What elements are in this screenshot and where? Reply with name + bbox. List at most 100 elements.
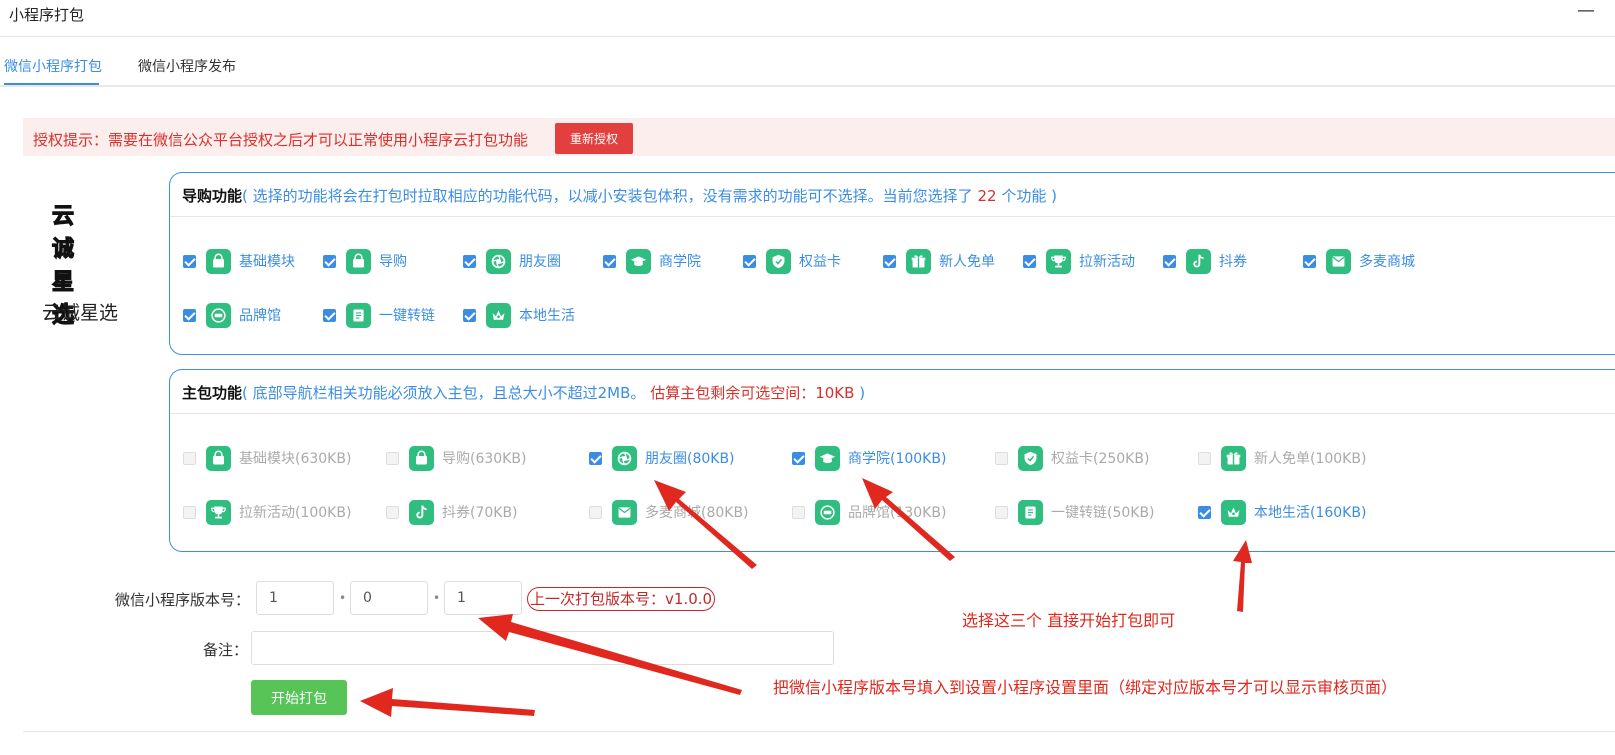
feature-option[interactable]: 拉新活动 (1023, 248, 1135, 274)
guide-panel-note-end: 个功能 ) (1001, 187, 1057, 205)
feature-option[interactable]: 一键转链 (323, 302, 435, 328)
guide-panel-note: ( 选择的功能将会在打包时拉取相应的功能代码，以减小安装包体积，没有需求的功能可… (242, 187, 973, 205)
brand-name: 云诚星选 (42, 302, 119, 324)
feature-option[interactable]: 基础模块(630KB) (183, 445, 351, 471)
feature-option[interactable]: 导购(630KB) (386, 445, 526, 471)
auth-alert-message: 授权提示：需要在微信公众平台授权之后才可以正常使用小程序云打包功能 (33, 131, 529, 149)
feature-option[interactable]: 本地生活 (463, 302, 575, 328)
auth-alert: 授权提示：需要在微信公众平台授权之后才可以正常使用小程序云打包功能 重新授权 (23, 118, 1615, 156)
feature-label: 新人免单 (939, 254, 995, 270)
feature-label: 拉新活动 (1079, 254, 1135, 270)
feature-option[interactable]: 拉新活动(100KB) (183, 499, 351, 525)
feature-checkbox[interactable] (386, 451, 399, 465)
aperture-icon (612, 445, 637, 471)
crown-icon (486, 302, 511, 328)
tab-wechat-publish[interactable]: 微信小程序发布 (138, 56, 236, 76)
feature-checkbox[interactable] (463, 254, 476, 268)
feature-option[interactable]: 一键转链(50KB) (995, 499, 1155, 525)
feature-checkbox[interactable] (323, 254, 336, 268)
feature-option[interactable]: 本地生活(160KB) (1198, 499, 1366, 525)
feature-label: 商学院(100KB) (848, 451, 947, 467)
feature-option[interactable]: 新人免单(100KB) (1198, 445, 1366, 471)
document-icon (346, 302, 371, 328)
reauthorize-button[interactable]: 重新授权 (555, 123, 633, 154)
feature-checkbox[interactable] (603, 254, 616, 268)
feature-checkbox[interactable] (792, 505, 805, 519)
feature-option[interactable]: 基础模块 (183, 248, 295, 274)
feature-option[interactable]: 朋友圈(80KB) (589, 445, 735, 471)
annotation-select-three: 选择这三个 直接开始打包即可 (962, 611, 1176, 630)
feature-option[interactable]: 品牌馆(130KB) (792, 499, 946, 525)
feature-option[interactable]: 多麦商城 (1303, 248, 1415, 274)
feature-label: 一键转链(50KB) (1051, 505, 1155, 521)
main-package-panel: 主包功能( 底部导航栏相关功能必须放入主包，且总大小不超过2MB。 估算主包剩余… (169, 369, 1615, 552)
active-tab-indicator (4, 83, 99, 85)
feature-label: 朋友圈 (519, 254, 561, 270)
feature-checkbox[interactable] (883, 254, 896, 268)
shield-icon (1018, 445, 1043, 471)
feature-checkbox[interactable] (323, 308, 336, 322)
feature-option[interactable]: 商学院(100KB) (792, 445, 946, 471)
feature-option[interactable]: 多麦商城(80KB) (589, 499, 749, 525)
version-minor-input[interactable] (350, 581, 428, 615)
feature-option[interactable]: 品牌馆 (183, 302, 281, 328)
feature-option[interactable]: 权益卡 (743, 248, 841, 274)
feature-checkbox[interactable] (463, 308, 476, 322)
guide-panel-divider (170, 216, 1615, 217)
window-title: 小程序打包 (9, 6, 85, 24)
feature-checkbox[interactable] (743, 254, 756, 268)
crown-icon (1221, 499, 1246, 525)
graduation-cap-icon (626, 248, 651, 274)
minimize-icon[interactable]: — (1577, 0, 1595, 21)
feature-checkbox[interactable] (183, 505, 196, 519)
aperture-icon (486, 248, 511, 274)
brand-badge-icon (815, 499, 840, 525)
tab-wechat-package[interactable]: 微信小程序打包 (4, 56, 102, 76)
feature-checkbox[interactable] (1198, 505, 1211, 519)
window-titlebar: 小程序打包 — (0, 0, 1615, 37)
gift-icon (1221, 445, 1246, 471)
feature-checkbox[interactable] (589, 505, 602, 519)
bag-icon (206, 248, 231, 274)
feature-checkbox[interactable] (183, 254, 196, 268)
feature-checkbox[interactable] (1303, 254, 1316, 268)
feature-option[interactable]: 导购 (323, 248, 407, 274)
feature-checkbox[interactable] (183, 451, 196, 465)
start-package-button[interactable]: 开始打包 (251, 680, 347, 715)
version-major-input[interactable] (256, 581, 334, 615)
feature-option[interactable]: 权益卡(250KB) (995, 445, 1149, 471)
feature-option[interactable]: 商学院 (603, 248, 701, 274)
feature-option[interactable]: 抖券(70KB) (386, 499, 518, 525)
feature-option[interactable]: 朋友圈 (463, 248, 561, 274)
feature-checkbox[interactable] (1023, 254, 1036, 268)
arrow-to-start-button (360, 688, 535, 717)
tiktok-icon (1186, 248, 1211, 274)
feature-checkbox[interactable] (792, 451, 805, 465)
guide-panel-header: 导购功能( 选择的功能将会在打包时拉取相应的功能代码，以减小安装包体积，没有需求… (182, 185, 1057, 206)
guide-functions-panel: 导购功能( 选择的功能将会在打包时拉取相应的功能代码，以减小安装包体积，没有需求… (169, 172, 1615, 355)
feature-label: 导购 (379, 254, 407, 270)
version-separator: • (433, 591, 441, 605)
feature-checkbox[interactable] (1198, 451, 1211, 465)
version-patch-input[interactable] (444, 581, 522, 615)
graduation-cap-icon (815, 445, 840, 471)
remark-input[interactable] (251, 631, 834, 665)
feature-checkbox[interactable] (386, 505, 399, 519)
feature-checkbox[interactable] (1163, 254, 1176, 268)
feature-label: 本地生活 (519, 308, 575, 324)
main-panel-divider (170, 413, 1615, 414)
bag-icon (346, 248, 371, 274)
feature-checkbox[interactable] (589, 451, 602, 465)
feature-option[interactable]: 抖券 (1163, 248, 1247, 274)
feature-label: 品牌馆(130KB) (848, 505, 947, 521)
feature-label: 多麦商城(80KB) (645, 505, 749, 521)
feature-checkbox[interactable] (183, 308, 196, 322)
feature-checkbox[interactable] (995, 451, 1008, 465)
main-panel-close: ) (859, 384, 866, 402)
feature-option[interactable]: 新人免单 (883, 248, 995, 274)
gift-icon (906, 248, 931, 274)
main-panel-header: 主包功能( 底部导航栏相关功能必须放入主包，且总大小不超过2MB。 估算主包剩余… (182, 382, 865, 403)
annotation-fill-version: 把微信小程序版本号填入到设置小程序设置里面（绑定对应版本号才可以显示审核页面） (773, 678, 1398, 697)
feature-checkbox[interactable] (995, 505, 1008, 519)
last-version: 上一次打包版本号：v1.0.0 (527, 587, 716, 611)
